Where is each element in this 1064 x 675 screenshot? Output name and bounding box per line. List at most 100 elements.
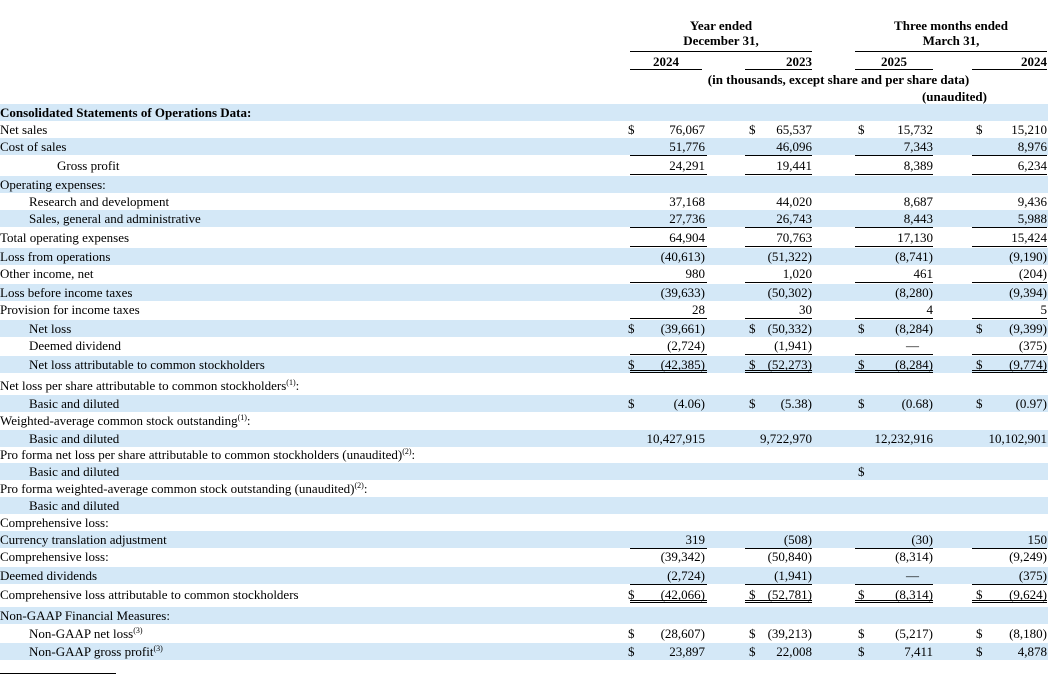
value-number: (40,613) (660, 249, 705, 264)
value-number: (39,633) (660, 285, 705, 300)
table-row: Basic and diluted (0, 497, 1048, 514)
value-number: 5,988 (1017, 211, 1047, 226)
currency-symbol: $ (628, 626, 635, 641)
row-label: Total operating expenses (0, 229, 129, 246)
row-label-text: Operating expenses: (0, 177, 106, 192)
currency-symbol: $ (749, 321, 756, 336)
value-number: 28 (692, 302, 705, 317)
row-label-text: Basic and diluted (29, 396, 120, 411)
value-number: (4.06) (673, 396, 705, 411)
table-row: Non-GAAP net loss(3) $ (28,607) $ (39,213) $ (… (0, 625, 1048, 642)
table-row: Deemed dividends (2,724) (1,941) — (375) (0, 567, 1048, 585)
value-cell (855, 301, 933, 319)
currency-symbol: $ (858, 122, 865, 137)
currency-symbol: $ (628, 396, 635, 411)
header-group-quarter: Three months ended March 31, (855, 18, 1047, 48)
footnote-marker: (2) (354, 481, 364, 490)
header-rule-year (630, 51, 812, 52)
value-number: 4 (926, 302, 934, 317)
value-number: (508) (783, 532, 812, 547)
row-label: Sales, general and administrative (29, 210, 201, 227)
table-row: Basic and diluted 10,427,915 9,722,970 12,2… (0, 430, 1048, 447)
currency-symbol: $ (628, 644, 635, 659)
value-number: 9,436 (1017, 194, 1047, 209)
row-label-text: Deemed dividends (0, 568, 98, 583)
row-label: Consolidated Statements of Operations Da… (0, 104, 251, 121)
row-label: Research and development (29, 193, 169, 210)
row-label-text: Gross profit (57, 158, 120, 173)
value-number: (51,322) (767, 249, 812, 264)
value-number: (9,249) (1009, 549, 1047, 564)
table-row: Non-GAAP Financial Measures: (0, 607, 1048, 624)
value-number: 4,878 (1017, 644, 1047, 659)
currency-symbol: $ (628, 587, 635, 602)
table-row: Pro forma net loss per share attributabl… (0, 446, 1048, 463)
value-number: 64,904 (669, 230, 705, 245)
value-number: 1,020 (782, 266, 812, 281)
value-number: 15,732 (897, 122, 933, 137)
value-number: 7,411 (904, 644, 933, 659)
footnote-marker: (3) (133, 626, 143, 635)
value-number: 15,424 (1011, 230, 1047, 245)
value-number: 51,776 (669, 139, 705, 154)
row-label-suffix: : (411, 447, 416, 462)
row-label-text: Net loss per share attributable to commo… (0, 378, 287, 393)
row-label: Non-GAAP net loss(3) (29, 625, 143, 642)
value-number: 30 (799, 302, 812, 317)
row-label: Comprehensive loss attributable to commo… (0, 586, 299, 603)
header-col-2023: 2023 (786, 54, 812, 69)
value-number: (9,624) (1009, 587, 1047, 602)
value-number: (375) (1018, 568, 1047, 583)
currency-symbol: $ (858, 321, 865, 336)
row-label: Pro forma weighted-average common stock … (0, 480, 367, 497)
row-label: Non-GAAP gross profit(3) (29, 643, 163, 660)
table-row: Loss from operations (40,613) (51,322) (8,7… (0, 248, 1048, 265)
value-number: (8,284) (895, 357, 933, 372)
row-label-text: Loss before income taxes (0, 285, 133, 300)
table-row: Consolidated Statements of Operations Da… (0, 104, 1048, 121)
row-label: Deemed dividends (0, 567, 97, 584)
row-label: Other income, net (0, 265, 94, 282)
currency-symbol: $ (749, 644, 756, 659)
value-number: (42,066) (660, 587, 705, 602)
value-number: (50,302) (767, 285, 812, 300)
row-label: Basic and diluted (29, 463, 119, 480)
header-rule-2024b (972, 69, 1047, 70)
row-label-text: Non-GAAP Financial Measures: (0, 608, 170, 623)
row-label: Currency translation adjustment (0, 531, 167, 548)
header-unaudited: (unaudited) (921, 89, 987, 104)
table-row: Pro forma weighted-average common stock … (0, 480, 1048, 497)
table-row: Cost of sales 51,776 46,096 7,343 8,976 (0, 138, 1048, 156)
header-group-year: Year ended December 31, (630, 18, 812, 48)
value-number: (0.97) (1015, 396, 1047, 411)
value-number: 23,897 (669, 644, 705, 659)
value-number: 19,441 (776, 158, 812, 173)
currency-symbol: $ (976, 644, 983, 659)
table-row: Basic and diluted $ (4.06) $ (5.38) $ (0.68) $ (… (0, 395, 1048, 412)
value-number: (39,342) (660, 549, 705, 564)
value-number: (39,213) (767, 626, 812, 641)
table-row: Net loss per share attributable to commo… (0, 377, 1048, 395)
value-number: (8,180) (1009, 626, 1047, 641)
row-label: Loss before income taxes (0, 284, 132, 301)
currency-symbol: $ (858, 644, 865, 659)
table-row: Basic and diluted $ (0, 463, 1048, 480)
value-number: 24,291 (669, 158, 705, 173)
value-number: (5,217) (895, 626, 933, 641)
row-label-text: Comprehensive loss attributable to commo… (0, 587, 299, 602)
header-group-quarter-text: Three months ended March 31, (894, 18, 1008, 48)
value-number: 8,687 (903, 194, 933, 209)
value-cell (972, 301, 1047, 319)
value-cell (855, 337, 933, 355)
value-number: 7,343 (903, 139, 933, 154)
row-label-text: Currency translation adjustment (0, 532, 167, 547)
value-number: 461 (913, 266, 934, 281)
currency-symbol: $ (858, 626, 865, 641)
row-label: Operating expenses: (0, 176, 106, 193)
value-number: (9,190) (1009, 249, 1047, 264)
value-number: 6,234 (1017, 158, 1047, 173)
row-label: Basic and diluted (29, 395, 119, 412)
header-group-year-text: Year ended December 31, (683, 18, 759, 48)
footnote-marker: (3) (153, 644, 163, 653)
row-label-text: Non-GAAP gross profit (29, 644, 154, 659)
